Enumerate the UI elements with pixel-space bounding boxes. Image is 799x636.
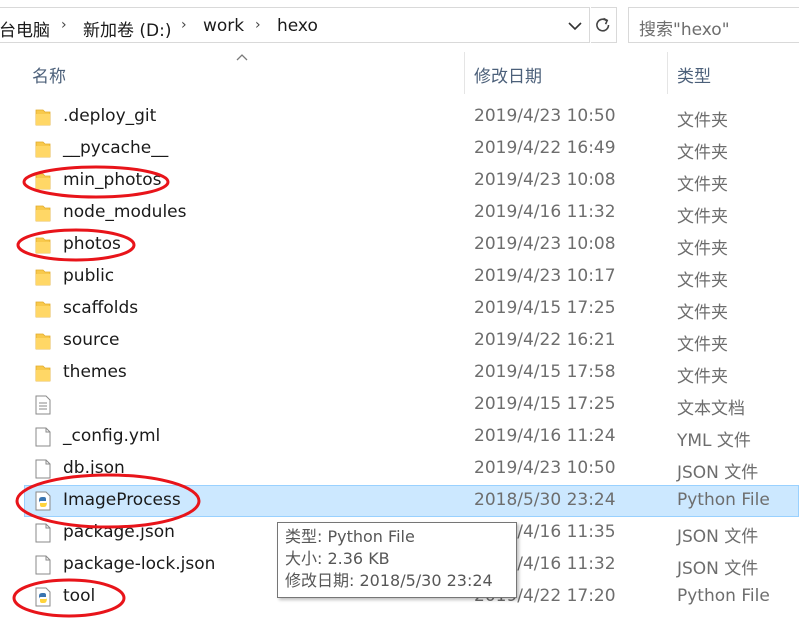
file-type: Python File bbox=[677, 490, 770, 510]
file-type: JSON 文件 bbox=[677, 527, 759, 547]
file-modified: 2019/4/15 17:58 bbox=[474, 362, 616, 382]
list-item[interactable]: source 2019/4/22 16:21 文件夹 bbox=[24, 325, 799, 357]
file-modified: 2019/4/15 17:25 bbox=[474, 298, 616, 318]
list-item[interactable]: 2019/4/15 17:25 文本文档 bbox=[24, 389, 799, 421]
file-modified: 2019/4/22 16:21 bbox=[474, 330, 616, 350]
column-divider[interactable] bbox=[464, 52, 465, 94]
file-modified: 2019/4/23 10:50 bbox=[474, 106, 616, 126]
folder-icon bbox=[35, 237, 51, 254]
list-item[interactable]: photos 2019/4/23 10:08 文件夹 bbox=[24, 229, 799, 261]
file-modified: 2018/5/30 23:24 bbox=[474, 490, 616, 510]
file-modified: 2019/4/23 10:17 bbox=[474, 266, 616, 286]
sort-ascending-icon bbox=[236, 54, 248, 61]
breadcrumb-separator-icon[interactable]: › bbox=[181, 17, 187, 33]
breadcrumb-separator-icon[interactable]: › bbox=[61, 17, 67, 33]
file-name: ImageProcess bbox=[63, 490, 181, 510]
column-divider[interactable] bbox=[667, 52, 668, 94]
file-type: Python File bbox=[677, 586, 770, 606]
file-modified: 2019/4/23 10:50 bbox=[474, 458, 616, 478]
file-icon bbox=[35, 459, 51, 479]
file-type: JSON 文件 bbox=[677, 463, 759, 483]
python-file-icon bbox=[35, 587, 51, 607]
file-type: 文件夹 bbox=[677, 271, 728, 291]
column-header-name[interactable]: 名称 bbox=[32, 62, 66, 87]
list-item[interactable]: __pycache__ 2019/4/22 16:49 文件夹 bbox=[24, 133, 799, 165]
file-type: 文件夹 bbox=[677, 303, 728, 323]
breadcrumb-this-pc[interactable]: 台电脑 bbox=[0, 16, 50, 41]
file-type: 文件夹 bbox=[677, 143, 728, 163]
file-type: 文件夹 bbox=[677, 335, 728, 355]
folder-icon bbox=[35, 109, 51, 126]
file-name: package-lock.json bbox=[63, 554, 216, 574]
python-file-icon bbox=[35, 491, 51, 511]
file-name: scaffolds bbox=[63, 298, 139, 318]
search-input[interactable]: 搜索"hexo" bbox=[628, 7, 799, 43]
file-info-tooltip: 类型: Python File 大小: 2.36 KB 修改日期: 2018/5… bbox=[277, 522, 517, 598]
refresh-icon bbox=[596, 17, 610, 32]
file-name: __pycache__ bbox=[63, 138, 169, 158]
file-modified: 2019/4/23 10:08 bbox=[474, 170, 616, 190]
file-name: package.json bbox=[63, 522, 175, 542]
file-name: .deploy_git bbox=[63, 106, 157, 126]
folder-icon bbox=[35, 333, 51, 350]
column-header-type[interactable]: 类型 bbox=[677, 62, 711, 87]
list-item[interactable]: themes 2019/4/15 17:58 文件夹 bbox=[24, 357, 799, 389]
file-icon bbox=[35, 427, 51, 447]
breadcrumb-drive-d[interactable]: 新加卷 (D:) bbox=[83, 16, 172, 41]
file-name: photos bbox=[63, 234, 121, 254]
file-name: _config.yml bbox=[63, 426, 161, 446]
file-modified: 2019/4/22 16:49 bbox=[474, 138, 616, 158]
folder-icon bbox=[35, 205, 51, 222]
folder-icon bbox=[35, 173, 51, 190]
file-icon bbox=[35, 523, 51, 543]
list-item[interactable]: db.json 2019/4/23 10:50 JSON 文件 bbox=[24, 453, 799, 485]
file-name: node_modules bbox=[63, 202, 187, 222]
address-bar[interactable]: 台电脑 › 新加卷 (D:) › work › hexo bbox=[0, 7, 590, 43]
file-type: 文件夹 bbox=[677, 367, 728, 387]
list-item[interactable]: scaffolds 2019/4/15 17:25 文件夹 bbox=[24, 293, 799, 325]
list-item[interactable]: .deploy_git 2019/4/23 10:50 文件夹 bbox=[24, 101, 799, 133]
tooltip-type: 类型: Python File bbox=[285, 527, 415, 546]
file-name: min_photos bbox=[63, 170, 162, 190]
file-modified: 2019/4/15 17:25 bbox=[474, 394, 616, 414]
breadcrumb-hexo[interactable]: hexo bbox=[277, 16, 318, 36]
file-type: 文件夹 bbox=[677, 175, 728, 195]
folder-icon bbox=[35, 365, 51, 382]
file-type: JSON 文件 bbox=[677, 559, 759, 579]
chevron-down-icon[interactable] bbox=[566, 19, 584, 33]
list-item[interactable]: min_photos 2019/4/23 10:08 文件夹 bbox=[24, 165, 799, 197]
file-name: public bbox=[63, 266, 115, 286]
breadcrumb-separator-icon[interactable]: › bbox=[255, 17, 261, 33]
file-type: 文本文档 bbox=[677, 399, 745, 419]
tooltip-size: 大小: 2.36 KB bbox=[285, 549, 390, 568]
file-modified: 2019/4/16 11:32 bbox=[474, 202, 616, 222]
refresh-button[interactable] bbox=[591, 7, 617, 43]
text-file-icon bbox=[35, 395, 51, 415]
file-type: 文件夹 bbox=[677, 207, 728, 227]
address-toolbar: 台电脑 › 新加卷 (D:) › work › hexo 搜索"hexo" bbox=[0, 0, 799, 52]
column-header-modified[interactable]: 修改日期 bbox=[474, 62, 542, 87]
file-name: themes bbox=[63, 362, 127, 382]
breadcrumb-work[interactable]: work bbox=[203, 16, 244, 36]
list-item[interactable]: public 2019/4/23 10:17 文件夹 bbox=[24, 261, 799, 293]
list-item-selected[interactable]: ImageProcess 2018/5/30 23:24 Python File bbox=[24, 485, 799, 517]
file-type: 文件夹 bbox=[677, 239, 728, 259]
folder-icon bbox=[35, 141, 51, 158]
file-name: source bbox=[63, 330, 120, 350]
list-item[interactable]: node_modules 2019/4/16 11:32 文件夹 bbox=[24, 197, 799, 229]
list-item[interactable]: _config.yml 2019/4/16 11:24 YML 文件 bbox=[24, 421, 799, 453]
file-name: tool bbox=[63, 586, 96, 606]
file-icon bbox=[35, 555, 51, 575]
file-modified: 2019/4/23 10:08 bbox=[474, 234, 616, 254]
file-type: YML 文件 bbox=[677, 431, 751, 451]
search-placeholder: 搜索"hexo" bbox=[639, 20, 730, 40]
tooltip-modified: 修改日期: 2018/5/30 23:24 bbox=[285, 571, 493, 590]
column-header-bar: 名称 修改日期 类型 bbox=[0, 52, 799, 94]
folder-icon bbox=[35, 301, 51, 318]
file-type: 文件夹 bbox=[677, 111, 728, 131]
folder-icon bbox=[35, 269, 51, 286]
file-modified: 2019/4/16 11:24 bbox=[474, 426, 616, 446]
file-name: db.json bbox=[63, 458, 125, 478]
